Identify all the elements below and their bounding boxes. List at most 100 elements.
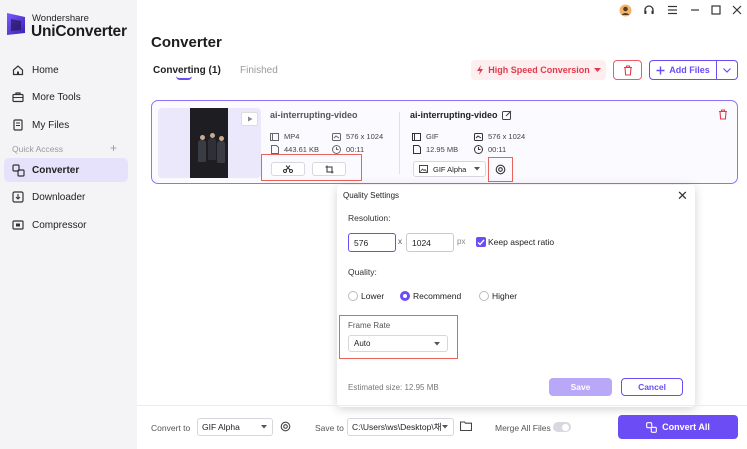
rename-edit-icon[interactable] xyxy=(502,110,512,122)
cancel-button[interactable]: Cancel xyxy=(621,378,683,396)
quality-radio-higher[interactable] xyxy=(479,291,489,301)
quick-access-label: Quick Access xyxy=(12,144,64,154)
output-duration: 00:11 xyxy=(474,145,506,154)
sidebar-item-compressor[interactable]: Compressor xyxy=(4,213,128,237)
height-input[interactable]: 1024 xyxy=(406,233,454,252)
source-size: 443.61 KB xyxy=(270,145,319,154)
sidebar-item-home[interactable]: Home xyxy=(4,58,128,82)
sidebar-item-label: My Files xyxy=(32,119,70,131)
crop-button[interactable] xyxy=(312,162,346,176)
output-format: GIF xyxy=(412,132,439,141)
close-window-icon[interactable] xyxy=(729,2,745,18)
output-resolution: 576 x 1024 xyxy=(474,132,525,141)
convert-to-select[interactable]: GIF Alpha xyxy=(197,418,273,436)
sidebar-item-label: Compressor xyxy=(32,219,87,231)
file-size-icon xyxy=(412,145,421,154)
folder-icon[interactable] xyxy=(459,421,473,433)
resolution-label: Resolution: xyxy=(348,213,391,223)
save-button[interactable]: Save xyxy=(549,378,612,396)
caret-down-icon xyxy=(261,425,267,429)
save-to-select[interactable]: C:\Users\ws\Desktop\채 xyxy=(347,418,454,436)
quality-option-lower: Lower xyxy=(361,291,385,301)
trim-button[interactable] xyxy=(271,162,305,176)
quality-radio-recommend[interactable] xyxy=(400,291,410,301)
frame-rate-value: Auto xyxy=(354,339,371,348)
sidebar-item-more-tools[interactable]: More Tools xyxy=(4,85,128,109)
thumbnail-figure xyxy=(208,138,216,160)
panel-title: Quality Settings xyxy=(343,191,400,200)
maximize-icon[interactable] xyxy=(708,2,724,18)
add-files-button[interactable]: Add Files xyxy=(649,60,717,80)
minimize-icon[interactable] xyxy=(687,2,703,18)
download-icon xyxy=(11,190,25,204)
source-format: MP4 xyxy=(270,132,299,141)
plus-icon xyxy=(656,66,665,74)
high-speed-conversion-button[interactable]: High Speed Conversion xyxy=(471,60,606,80)
sidebar-item-label: Converter xyxy=(32,164,80,176)
sidebar-item-downloader[interactable]: Downloader xyxy=(4,185,128,209)
merge-all-files-label: Merge All Files xyxy=(495,423,551,433)
delete-all-button[interactable] xyxy=(613,60,642,80)
lightning-icon xyxy=(477,65,484,75)
trash-icon xyxy=(623,64,632,76)
crop-icon xyxy=(325,165,333,173)
frame-rate-select[interactable]: Auto xyxy=(348,335,448,352)
convert-settings-gear-icon[interactable] xyxy=(280,421,291,434)
convert-all-button[interactable]: Convert All xyxy=(618,415,738,439)
page-title: Converter xyxy=(151,34,222,51)
convert-to-value: GIF Alpha xyxy=(202,422,240,432)
compress-icon xyxy=(11,218,25,232)
tab-converting[interactable]: Converting (1) xyxy=(153,65,221,76)
source-file-name: ai-interrupting-video xyxy=(270,110,358,120)
quality-radio-lower[interactable] xyxy=(348,291,358,301)
output-file-name: ai-interrupting-video xyxy=(410,110,498,120)
play-preview-icon[interactable] xyxy=(241,112,258,126)
tab-active-indicator xyxy=(176,76,192,80)
card-divider xyxy=(399,112,400,174)
avatar[interactable] xyxy=(617,2,633,18)
source-resolution: 576 x 1024 xyxy=(332,132,383,141)
thumbnail-figure-head xyxy=(209,133,215,138)
thumbnail-figure xyxy=(217,141,225,163)
video-format-icon xyxy=(412,132,421,141)
save-to-label: Save to xyxy=(315,423,344,433)
save-to-value: C:\Users\ws\Desktop\채 xyxy=(352,422,442,432)
image-format-icon xyxy=(419,165,428,173)
menu-icon[interactable] xyxy=(664,2,680,18)
quality-label: Quality: xyxy=(348,267,377,277)
unit-label: px xyxy=(457,237,466,246)
caret-down-icon xyxy=(593,67,601,72)
merge-toggle[interactable] xyxy=(553,422,571,432)
video-thumbnail[interactable] xyxy=(190,108,228,178)
close-icon[interactable]: ✕ xyxy=(677,189,688,202)
clock-icon xyxy=(474,145,483,154)
quality-option-recommend: Recommend xyxy=(413,291,462,301)
thumbnail-figure-head xyxy=(199,135,205,140)
headset-support-icon[interactable] xyxy=(641,2,657,18)
sidebar-item-converter[interactable]: Converter xyxy=(4,158,128,182)
delete-file-button[interactable] xyxy=(718,109,728,122)
output-size: 12.95 MB xyxy=(412,145,458,154)
add-quick-access-icon[interactable]: + xyxy=(110,141,117,155)
converter-icon xyxy=(11,163,25,177)
output-format-select[interactable]: GIF Alpha xyxy=(413,161,486,177)
tab-finished[interactable]: Finished xyxy=(240,65,278,76)
keep-aspect-label: Keep aspect ratio xyxy=(488,237,555,247)
brand-product: UniConverter xyxy=(31,23,127,40)
resolution-icon xyxy=(474,132,483,141)
settings-button[interactable] xyxy=(488,157,513,182)
uniconverter-logo-icon xyxy=(7,13,25,35)
sidebar-item-label: More Tools xyxy=(32,91,81,103)
thumbnail-figure xyxy=(198,140,206,162)
add-files-dropdown[interactable] xyxy=(717,60,738,80)
quality-option-higher: Higher xyxy=(492,291,518,301)
frame-rate-label: Frame Rate xyxy=(348,321,391,330)
bottom-divider xyxy=(137,405,747,406)
caret-down-icon xyxy=(442,425,448,429)
sidebar-item-my-files[interactable]: My Files xyxy=(4,113,128,137)
width-input[interactable]: 576 xyxy=(348,233,396,252)
clock-icon xyxy=(332,145,341,154)
keep-aspect-checkbox[interactable] xyxy=(476,237,486,247)
sidebar: Wondershare UniConverter Home More Tools… xyxy=(0,0,137,449)
caret-down-icon xyxy=(434,341,440,346)
